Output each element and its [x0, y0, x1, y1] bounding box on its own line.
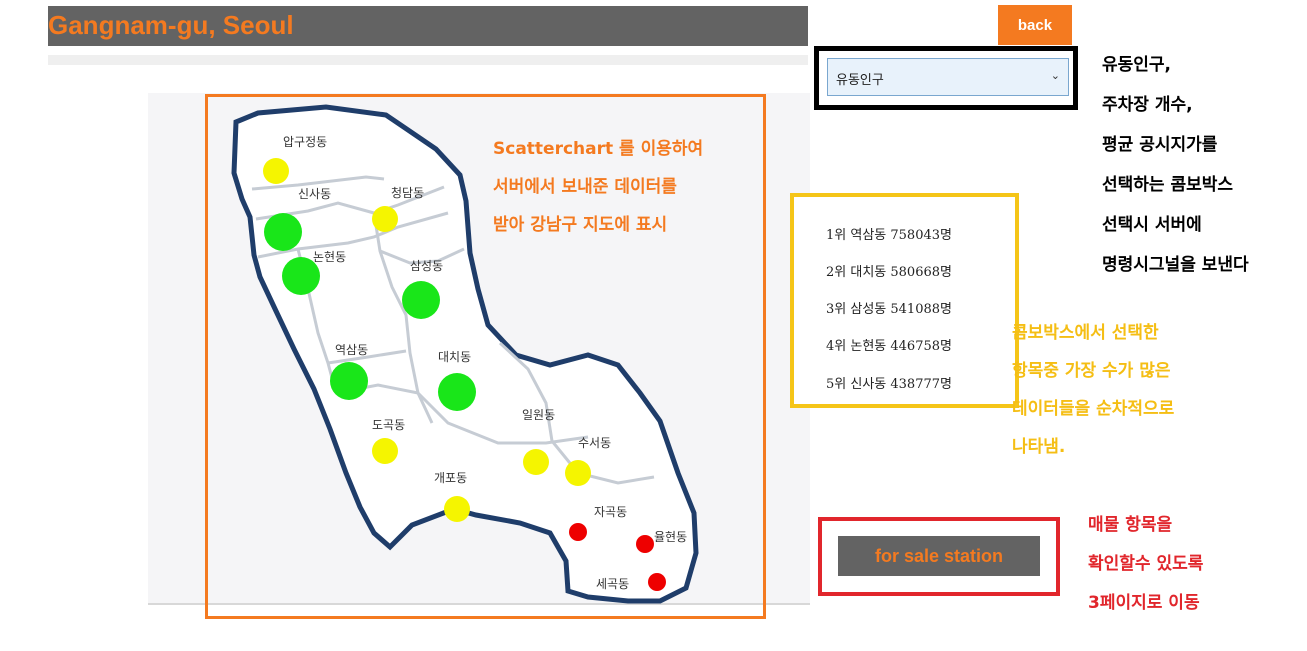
- map-annotation: Scatterchart 를 이용하여 서버에서 보내준 데이터를 받아 강남구…: [493, 134, 703, 248]
- combobox-selected-value: 유동인구: [836, 73, 884, 88]
- ranking-item: 1위 역삼동 758043명: [826, 228, 952, 243]
- annotation-line: 콤보박스에서 선택한: [1012, 323, 1159, 343]
- ranking-list: 1위 역삼동 758043명 2위 대치동 580668명 3위 삼성동 541…: [790, 193, 1019, 408]
- annotation-line: 서버에서 보내준 데이터를: [493, 177, 677, 197]
- annotation-line: 3페이지로 이동: [1088, 593, 1200, 613]
- annotation-line: 데이터들을 순차적으로: [1012, 399, 1175, 419]
- title-underbar: [48, 55, 808, 65]
- ranking-item: 5위 신사동 438777명: [826, 377, 952, 392]
- annotation-line: 유동인구,: [1102, 55, 1172, 75]
- annotation-line: 평균 공시지가를: [1102, 135, 1218, 155]
- annotation-line: 확인할수 있도록: [1088, 554, 1204, 574]
- annotation-line: 매물 항목을: [1088, 515, 1173, 535]
- combo-annotation: 유동인구, 주차장 개수, 평균 공시지가를 선택하는 콤보박스 선택시 서버에…: [1102, 50, 1249, 290]
- annotation-line: 선택하는 콤보박스: [1102, 175, 1234, 195]
- annotation-line: 항목중 가장 수가 많은: [1012, 361, 1171, 381]
- title-bar: Gangnam-gu, Seoul: [48, 6, 808, 46]
- category-combobox[interactable]: 유동인구 ⌄: [827, 58, 1069, 96]
- ranking-item: 2위 대치동 580668명: [826, 265, 952, 280]
- sale-annotation: 매물 항목을 확인할수 있도록 3페이지로 이동: [1088, 510, 1203, 627]
- ranking-item: 3위 삼성동 541088명: [826, 302, 952, 317]
- annotation-line: 선택시 서버에: [1102, 215, 1202, 235]
- annotation-line: 받아 강남구 지도에 표시: [493, 215, 668, 235]
- for-sale-station-button[interactable]: for sale station: [838, 536, 1040, 576]
- chevron-down-icon[interactable]: ⌄: [1051, 69, 1060, 82]
- annotation-line: 주차장 개수,: [1102, 95, 1193, 115]
- annotation-line: Scatterchart 를 이용하여: [493, 139, 704, 159]
- ranking-annotation: 콤보박스에서 선택한 항목중 가장 수가 많은 데이터들을 순차적으로 나타냄.: [1012, 318, 1174, 470]
- back-button[interactable]: back: [998, 5, 1072, 45]
- annotation-line: 명령시그널을 보낸다: [1102, 255, 1249, 275]
- ranking-item: 4위 논현동 446758명: [826, 339, 952, 354]
- annotation-line: 나타냄.: [1012, 437, 1066, 457]
- page-title: Gangnam-gu, Seoul: [48, 10, 294, 40]
